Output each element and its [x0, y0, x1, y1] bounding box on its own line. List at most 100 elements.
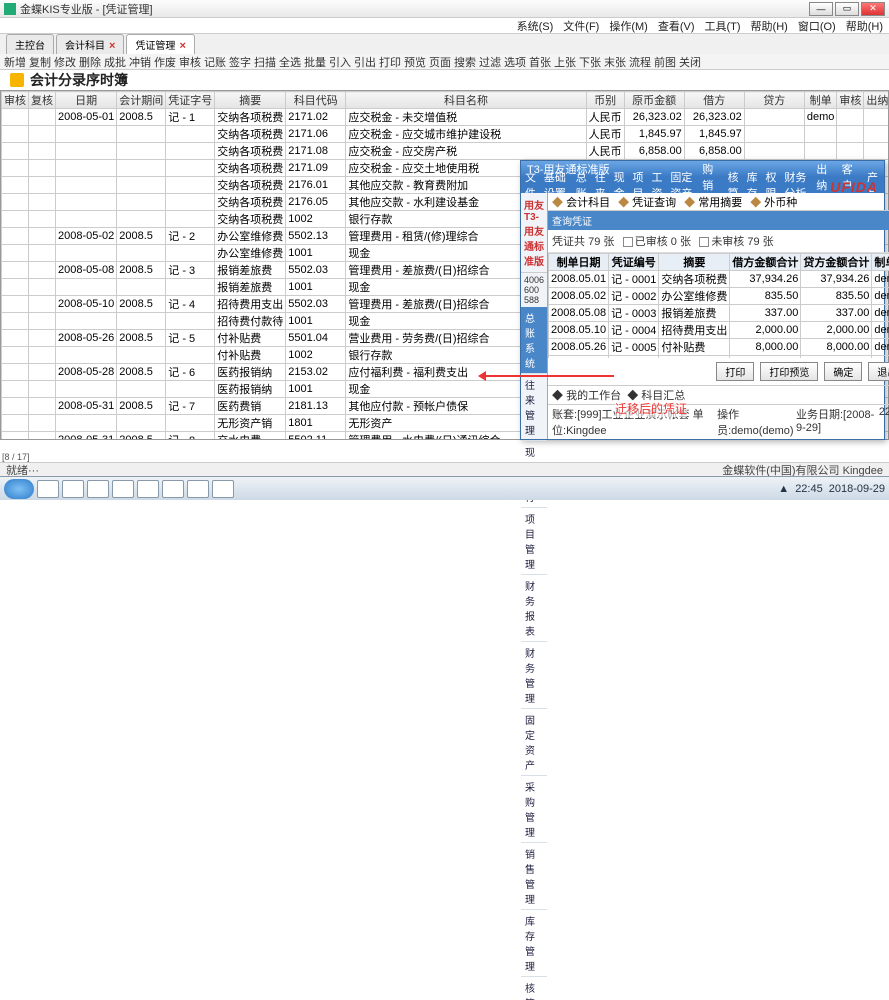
- toolbar-button[interactable]: 签字: [229, 54, 251, 70]
- system-tray[interactable]: ▲ 22:45 2018-09-29: [778, 483, 885, 495]
- tab[interactable]: 主控台: [6, 34, 54, 54]
- column-header[interactable]: 凭证字号: [166, 92, 215, 109]
- toolbar-button[interactable]: 前图: [654, 54, 676, 70]
- menu-item[interactable]: 帮助(H): [751, 18, 788, 34]
- menu-item[interactable]: 系统(S): [517, 18, 554, 34]
- modal-nav-item[interactable]: 销售管理: [521, 843, 547, 910]
- toolbar-button[interactable]: 打印: [379, 54, 401, 70]
- menu-item[interactable]: 帮助(H): [846, 18, 883, 34]
- toolbar-button[interactable]: 页面: [429, 54, 451, 70]
- toolbar-button[interactable]: 成批: [104, 54, 126, 70]
- toolbar-button[interactable]: 新增: [4, 54, 26, 70]
- modal-button[interactable]: 打印预览: [760, 362, 818, 381]
- column-header[interactable]: 科目代码: [286, 92, 346, 109]
- modal-nav-item[interactable]: 财务管理: [521, 642, 547, 709]
- toolbar-button[interactable]: 下张: [579, 54, 601, 70]
- task-icon[interactable]: [112, 480, 134, 498]
- toolbar-button[interactable]: 选项: [504, 54, 526, 70]
- toolbar-button[interactable]: 引入: [329, 54, 351, 70]
- column-header[interactable]: 日期: [56, 92, 117, 109]
- column-header[interactable]: 审核: [837, 92, 864, 109]
- menu-item[interactable]: 窗口(O): [798, 18, 836, 34]
- toolbar-button[interactable]: 作废: [154, 54, 176, 70]
- checkbox-audited[interactable]: [623, 237, 633, 247]
- modal-brand: 用友T3-用友通标准版: [521, 193, 547, 273]
- toolbar-button[interactable]: 全选: [279, 54, 301, 70]
- column-header[interactable]: 制单: [804, 92, 837, 109]
- modal-tab[interactable]: 外币种: [750, 194, 797, 210]
- modal-nav-item[interactable]: 固定资产: [521, 709, 547, 776]
- column-header[interactable]: 出纳人: [864, 92, 889, 109]
- modal-nav-item[interactable]: 核算管理: [521, 977, 547, 1000]
- tab[interactable]: 凭证管理×: [126, 34, 194, 54]
- task-icon[interactable]: [62, 480, 84, 498]
- modal-nav-item[interactable]: 项目管理: [521, 508, 547, 575]
- modal-nav-item[interactable]: 库存管理: [521, 910, 547, 977]
- task-icon[interactable]: [162, 480, 184, 498]
- toolbar-button[interactable]: 扫描: [254, 54, 276, 70]
- tab[interactable]: 会计科目×: [56, 34, 124, 54]
- toolbar-button[interactable]: 复制: [29, 54, 51, 70]
- toolbar-button[interactable]: 搜索: [454, 54, 476, 70]
- table-row[interactable]: 交纳各项税费2171.08应交税金 - 应交房产税人民币6,858.006,85…: [2, 143, 889, 160]
- toolbar-button[interactable]: 预览: [404, 54, 426, 70]
- menu-item[interactable]: 查看(V): [658, 18, 695, 34]
- task-icon[interactable]: [212, 480, 234, 498]
- toolbar-button[interactable]: 末张: [604, 54, 626, 70]
- mini-row[interactable]: 2008.05.01记 - 0001交纳各项税费37,934.2637,934.…: [549, 271, 889, 288]
- modal-tab[interactable]: 常用摘要: [684, 194, 742, 210]
- modal-nav-item[interactable]: 总账系统: [521, 307, 547, 374]
- tab-close-icon[interactable]: ×: [179, 40, 185, 52]
- modal-nav-item[interactable]: 采购管理: [521, 776, 547, 843]
- mini-voucher-grid[interactable]: 制单日期凭证编号摘要借方金额合计贷方金额合计制单人 2008.05.01记 - …: [548, 253, 889, 358]
- start-button[interactable]: [4, 479, 34, 499]
- toolbar-button[interactable]: 修改: [54, 54, 76, 70]
- checkbox-unaudited[interactable]: [699, 237, 709, 247]
- mini-row[interactable]: 2008.05.02记 - 0002办公室维修费835.50835.50demo: [549, 288, 889, 305]
- column-header[interactable]: 会计期间: [117, 92, 166, 109]
- tab-close-icon[interactable]: ×: [109, 40, 115, 52]
- toolbar-button[interactable]: 批量: [304, 54, 326, 70]
- task-icon[interactable]: [137, 480, 159, 498]
- toolbar-button[interactable]: 删除: [79, 54, 101, 70]
- table-row[interactable]: 交纳各项税费2171.06应交税金 - 应交城市维护建设税人民币1,845.97…: [2, 126, 889, 143]
- column-header[interactable]: 原币金额: [624, 92, 684, 109]
- menu-item[interactable]: 操作(M): [609, 18, 648, 34]
- column-header[interactable]: 科目名称: [346, 92, 586, 109]
- toolbar-button[interactable]: 关闭: [679, 54, 701, 70]
- toolbar-button[interactable]: 流程: [629, 54, 651, 70]
- modal-nav-item[interactable]: 财务报表: [521, 575, 547, 642]
- modal-button[interactable]: 打印: [716, 362, 754, 381]
- tray-icon[interactable]: ▲: [778, 483, 789, 495]
- modal-button[interactable]: 确定: [824, 362, 862, 381]
- column-header[interactable]: 贷方: [744, 92, 804, 109]
- task-icon[interactable]: [187, 480, 209, 498]
- column-header[interactable]: 复核: [29, 92, 56, 109]
- modal-tab[interactable]: 凭证查询: [618, 194, 676, 210]
- modal-tab[interactable]: 会计科目: [552, 194, 610, 210]
- maximize-button[interactable]: ▭: [835, 2, 859, 16]
- menu-item[interactable]: 工具(T): [705, 18, 741, 34]
- toolbar-button[interactable]: 首张: [529, 54, 551, 70]
- toolbar-button[interactable]: 上张: [554, 54, 576, 70]
- table-row[interactable]: 2008-05-012008.5记 - 1交纳各项税费2171.02应交税金 -…: [2, 109, 889, 126]
- column-header[interactable]: 币别: [586, 92, 624, 109]
- toolbar-button[interactable]: 记账: [204, 54, 226, 70]
- mini-row[interactable]: 2008.05.26记 - 0005付补贴费8,000.008,000.00de…: [549, 339, 889, 356]
- menu-item[interactable]: 文件(F): [563, 18, 599, 34]
- column-header[interactable]: 摘要: [215, 92, 286, 109]
- toolbar-button[interactable]: 审核: [179, 54, 201, 70]
- task-icon[interactable]: [87, 480, 109, 498]
- toolbar-button[interactable]: 引出: [354, 54, 376, 70]
- modal-button[interactable]: 退出: [868, 362, 889, 381]
- task-icon[interactable]: [37, 480, 59, 498]
- close-button[interactable]: ✕: [861, 2, 885, 16]
- column-header[interactable]: 借方: [684, 92, 744, 109]
- minimize-button[interactable]: —: [809, 2, 833, 16]
- mini-row[interactable]: 2008.05.10记 - 0004招待费用支出2,000.002,000.00…: [549, 322, 889, 339]
- mini-row[interactable]: 2008.05.08记 - 0003报销差旅费337.00337.00demo: [549, 305, 889, 322]
- modal-nav-item[interactable]: 往来管理: [521, 374, 547, 441]
- column-header[interactable]: 审核: [2, 92, 29, 109]
- toolbar-button[interactable]: 过滤: [479, 54, 501, 70]
- toolbar-button[interactable]: 冲销: [129, 54, 151, 70]
